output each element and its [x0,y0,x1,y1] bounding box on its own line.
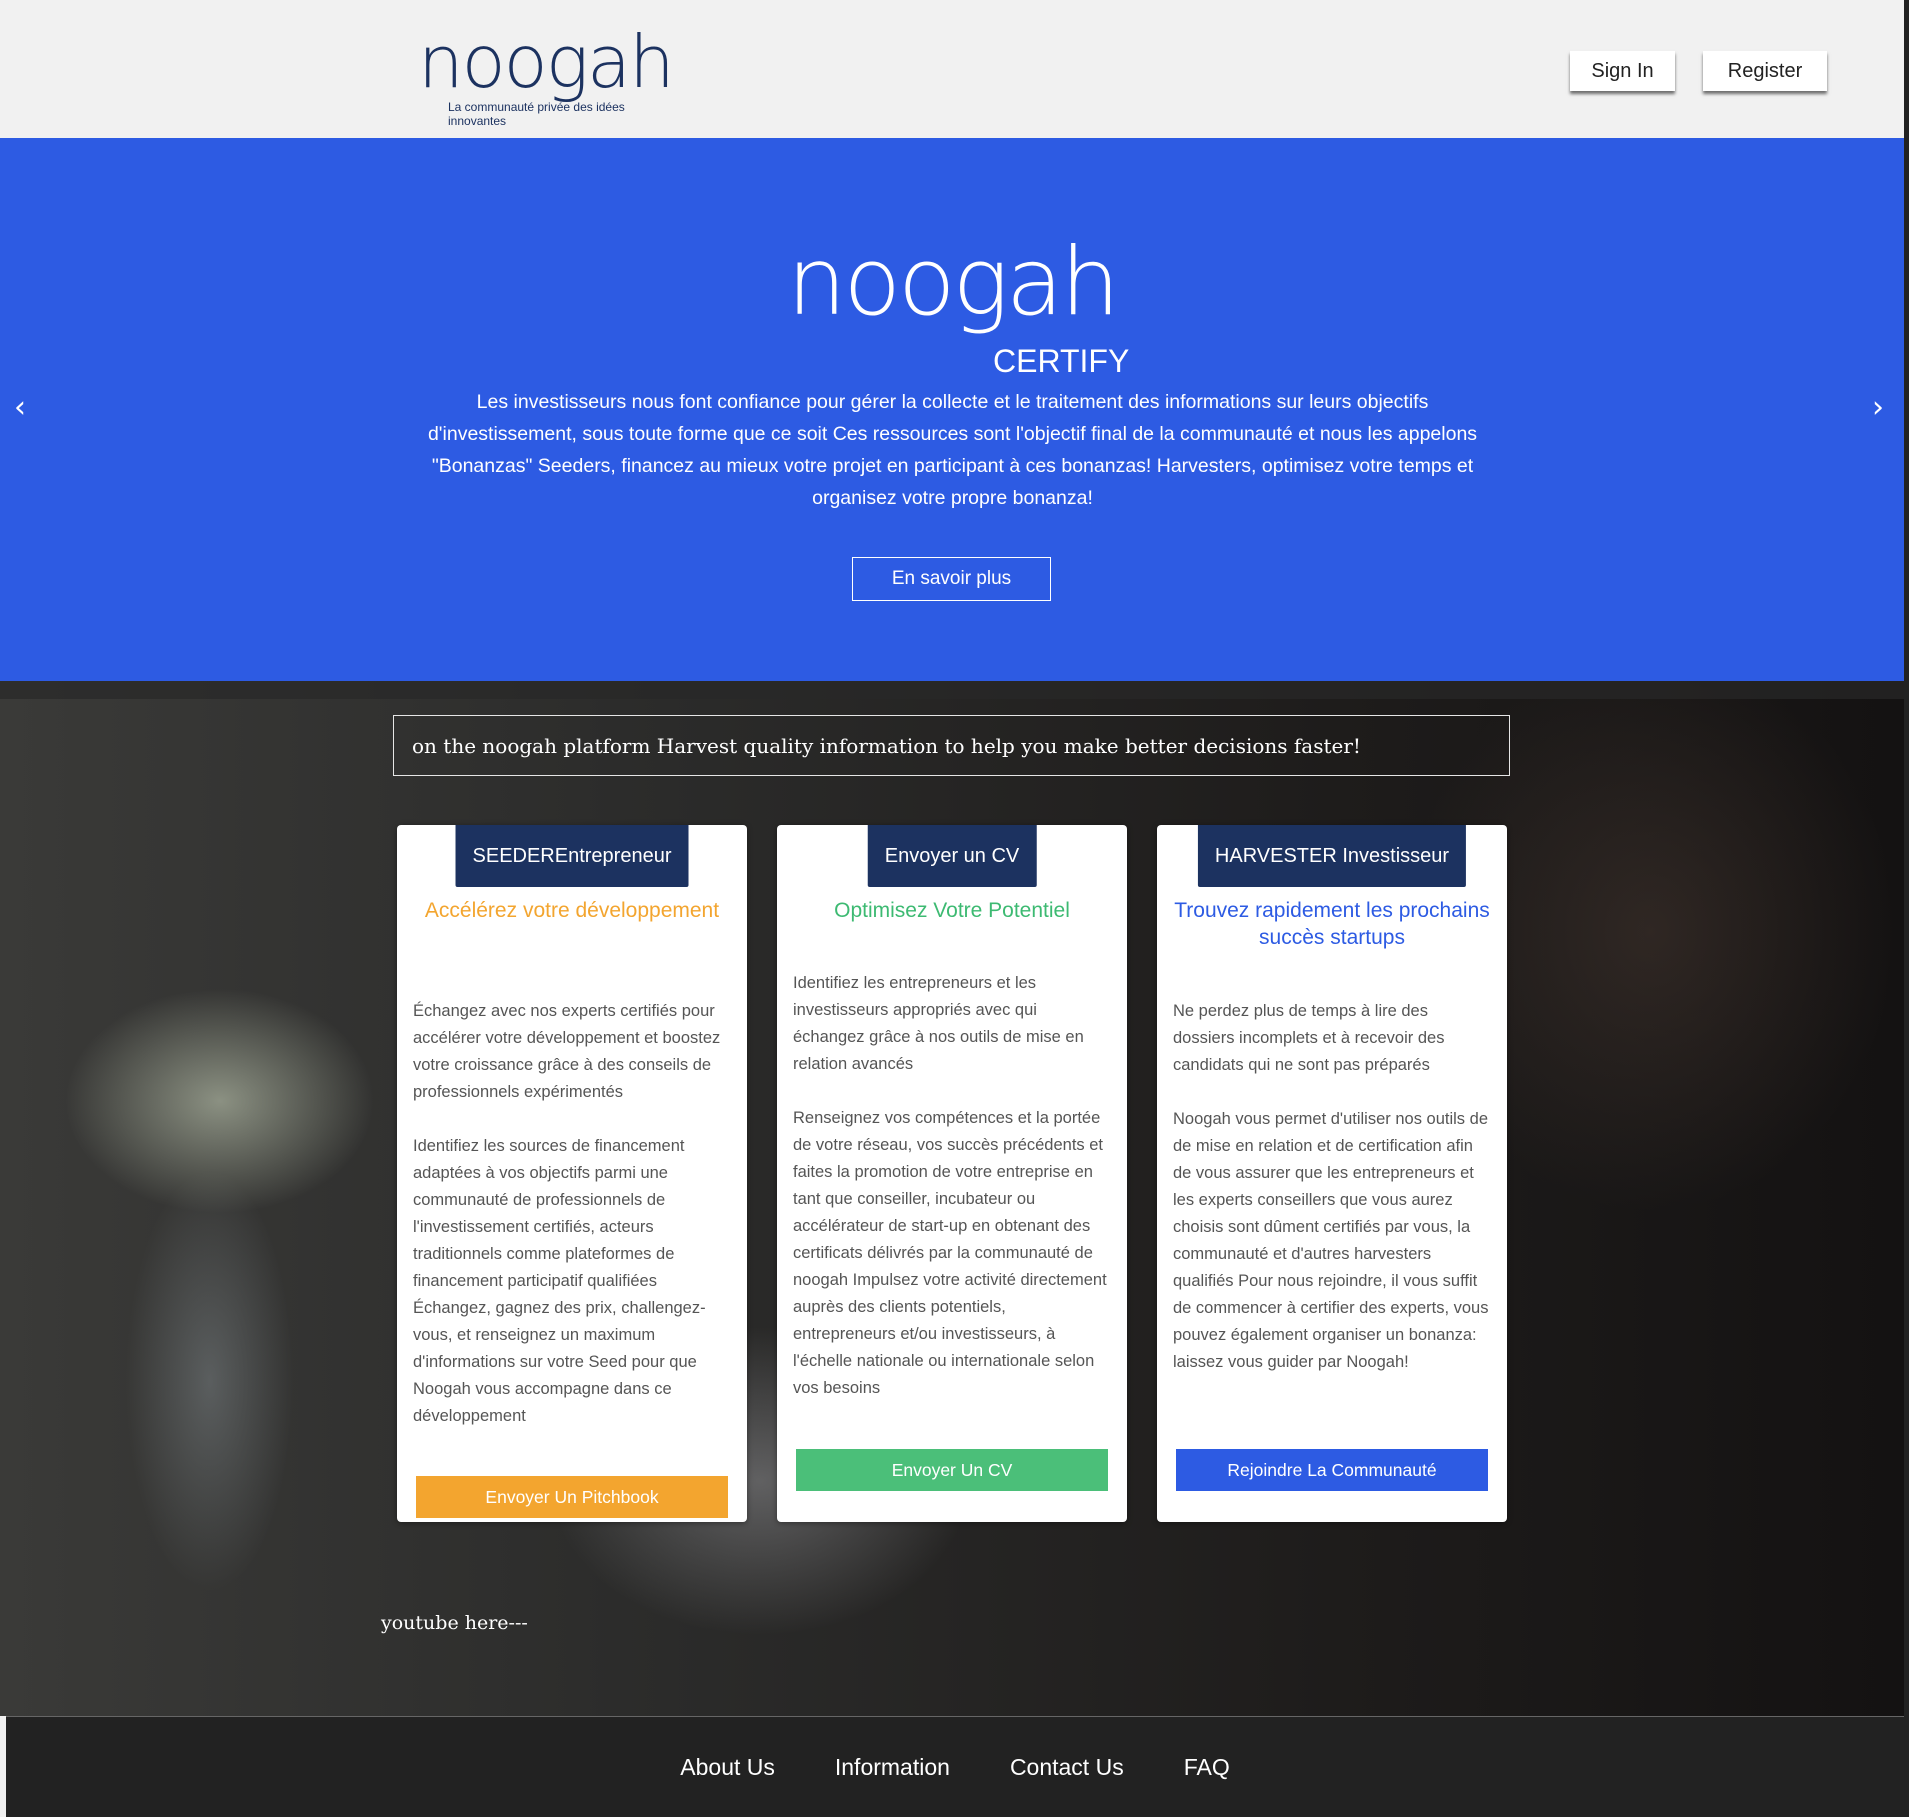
hero-carousel: ‹ noogah CERTIFY Les investisseurs nous … [0,138,1904,681]
footer-link-information[interactable]: Information [835,1754,950,1781]
card-paragraph: Échangez avec nos experts certifiés pour… [413,1002,721,1101]
learn-more-button[interactable]: En savoir plus [852,557,1051,601]
site-footer: About Us Information Contact Us FAQ [6,1716,1904,1817]
card-body: Ne perdez plus de temps à lire des dossi… [1173,998,1493,1403]
register-button[interactable]: Register [1703,51,1827,91]
card-badge: HARVESTER Investisseur [1197,825,1467,887]
seeder-card: SEEDEREntrepreneur Accélérez votre dével… [397,825,747,1522]
card-badge: Envoyer un CV [867,825,1037,887]
hero-description: Les investisseurs nous font confiance po… [427,391,1478,509]
carousel-next-arrow-icon[interactable]: › [1872,390,1884,425]
harvester-card: HARVESTER Investisseur Trouvez rapidemen… [1157,825,1507,1522]
footer-link-faq[interactable]: FAQ [1184,1754,1230,1781]
card-paragraph: Noogah vous permet d'utiliser nos outils… [1173,1110,1489,1371]
send-pitchbook-button[interactable]: Envoyer Un Pitchbook [416,1476,728,1518]
card-paragraph: Renseignez vos compétences et la portée … [793,1109,1107,1397]
logo-wordmark: noogah [418,20,675,104]
card-heading: Trouvez rapidement les prochains succès … [1174,899,1490,949]
carousel-prev-arrow-icon[interactable]: ‹ [14,390,26,425]
cv-card: Envoyer un CV Optimisez Votre Potentiel … [777,825,1127,1522]
card-heading: Optimisez Votre Potentiel [834,899,1070,922]
noogah-logo[interactable]: noogah La communauté privée des idées in… [418,22,678,128]
footer-link-about-us[interactable]: About Us [680,1754,775,1781]
card-heading: Accélérez votre développement [424,899,720,922]
page-scrollbar[interactable] [1904,0,1909,1817]
site-header: noogah La communauté privée des idées in… [0,0,1904,138]
card-paragraph: Ne perdez plus de temps à lire des dossi… [1173,1002,1445,1074]
hero-logo: noogah [786,228,1120,337]
logo-tagline: La communauté privée des idées innovante… [448,100,625,128]
footer-link-contact-us[interactable]: Contact Us [1010,1754,1124,1781]
sign-in-button[interactable]: Sign In [1570,51,1675,91]
platform-tagline: on the noogah platform Harvest quality i… [393,715,1510,776]
card-badge: SEEDEREntrepreneur [455,825,689,887]
hero-subtitle: CERTIFY [993,343,1130,379]
youtube-placeholder: youtube here--- [381,1612,528,1634]
section-divider [0,681,1904,699]
card-body: Identifiez les entrepreneurs et les inve… [793,970,1113,1429]
send-cv-button[interactable]: Envoyer Un CV [796,1449,1108,1491]
background-photo-section: on the noogah platform Harvest quality i… [0,681,1904,1716]
card-paragraph: Identifiez les entrepreneurs et les inve… [793,974,1084,1073]
join-community-button[interactable]: Rejoindre La Communauté [1176,1449,1488,1491]
card-paragraph: Identifiez les sources de financement ad… [413,1137,706,1425]
card-body: Échangez avec nos experts certifiés pour… [413,998,733,1457]
